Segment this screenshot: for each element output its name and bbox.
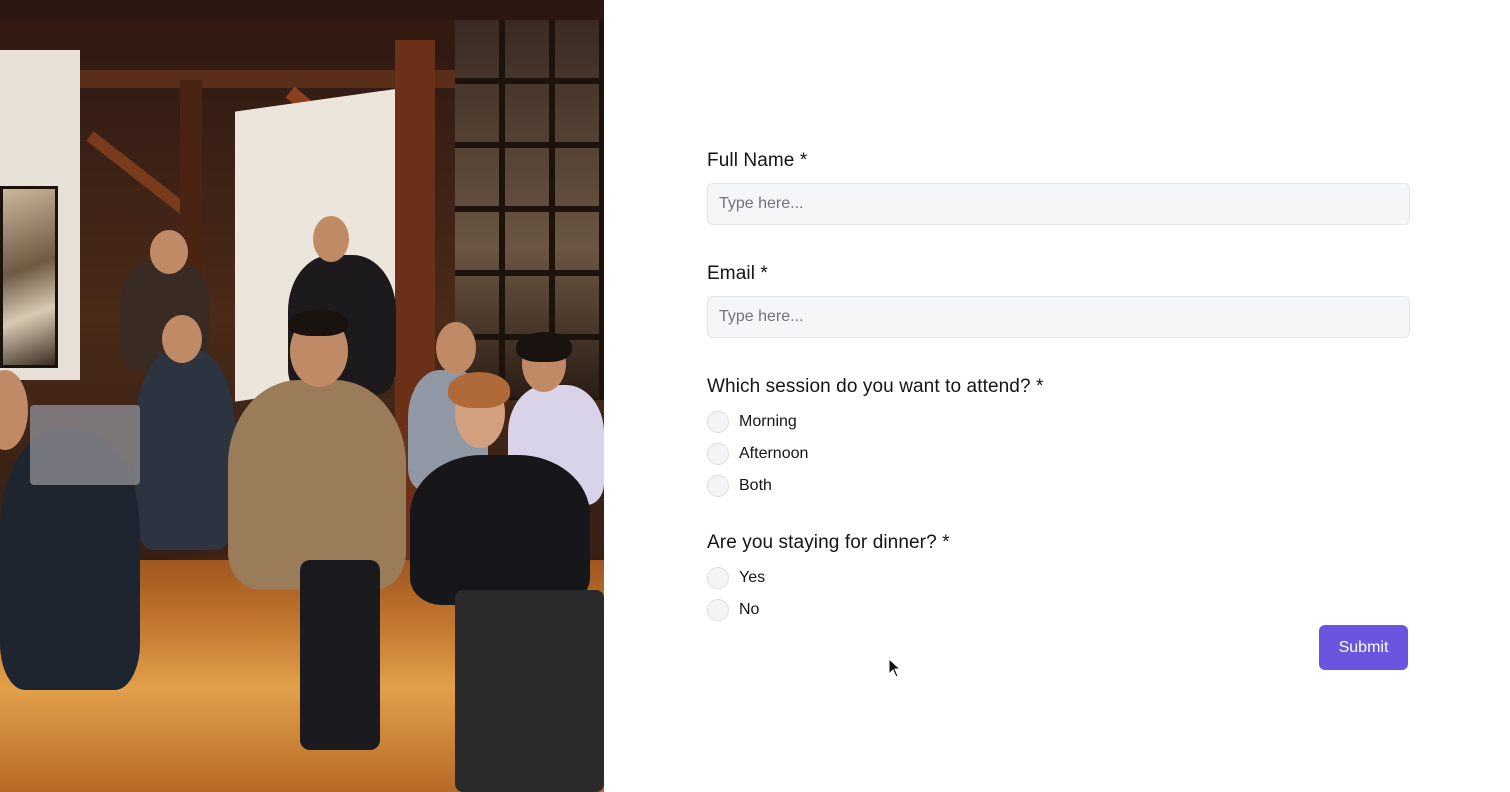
session-option-afternoon[interactable]: Afternoon — [707, 438, 1410, 470]
full-name-group: Full Name * — [707, 148, 1410, 225]
photo-person-head — [313, 216, 349, 262]
photo-painting — [0, 186, 58, 368]
photo-person-hair — [448, 372, 510, 408]
photo-person-hair — [288, 310, 348, 336]
rsvp-form: Full Name * Email * Which session do you… — [707, 148, 1410, 654]
session-option-morning[interactable]: Morning — [707, 406, 1410, 438]
option-label: Both — [739, 477, 772, 494]
full-name-input[interactable] — [707, 183, 1410, 225]
photo-person — [300, 560, 380, 750]
option-label: Afternoon — [739, 445, 809, 462]
option-label: Yes — [739, 569, 766, 586]
radio-button[interactable] — [707, 567, 729, 589]
form-panel: Full Name * Email * Which session do you… — [604, 0, 1510, 792]
email-input[interactable] — [707, 296, 1410, 338]
session-question-label: Which session do you want to attend? * — [707, 376, 1044, 397]
mouse-pointer-icon — [888, 658, 902, 678]
page: Full Name * Email * Which session do you… — [0, 0, 1510, 792]
dinner-option-no[interactable]: No — [707, 594, 1410, 626]
photo-person-head — [0, 370, 28, 450]
session-options: Morning Afternoon Both — [707, 406, 1410, 502]
photo-beam — [86, 131, 189, 215]
photo-person — [228, 380, 406, 590]
photo-person-hair — [516, 332, 572, 362]
event-photo — [0, 0, 604, 792]
photo-chair — [30, 405, 140, 485]
submit-row: Submit — [1319, 625, 1408, 670]
email-group: Email * — [707, 261, 1410, 338]
dinner-options: Yes No — [707, 562, 1410, 626]
radio-button[interactable] — [707, 443, 729, 465]
session-option-both[interactable]: Both — [707, 470, 1410, 502]
photo-person-head — [150, 230, 188, 274]
photo-person — [135, 350, 235, 550]
photo-beam — [80, 70, 500, 88]
photo-person-head — [436, 322, 476, 374]
email-label: Email * — [707, 263, 768, 284]
photo-projector — [455, 590, 604, 792]
dinner-question-label: Are you staying for dinner? * — [707, 532, 950, 553]
radio-button[interactable] — [707, 599, 729, 621]
session-group: Which session do you want to attend? * M… — [707, 374, 1410, 502]
full-name-label: Full Name * — [707, 150, 808, 171]
radio-button[interactable] — [707, 475, 729, 497]
dinner-group: Are you staying for dinner? * Yes No — [707, 530, 1410, 626]
photo-person — [410, 455, 590, 605]
dinner-option-yes[interactable]: Yes — [707, 562, 1410, 594]
photo-person-head — [162, 315, 202, 363]
option-label: Morning — [739, 413, 797, 430]
option-label: No — [739, 601, 760, 618]
submit-button[interactable]: Submit — [1319, 625, 1408, 670]
radio-button[interactable] — [707, 411, 729, 433]
